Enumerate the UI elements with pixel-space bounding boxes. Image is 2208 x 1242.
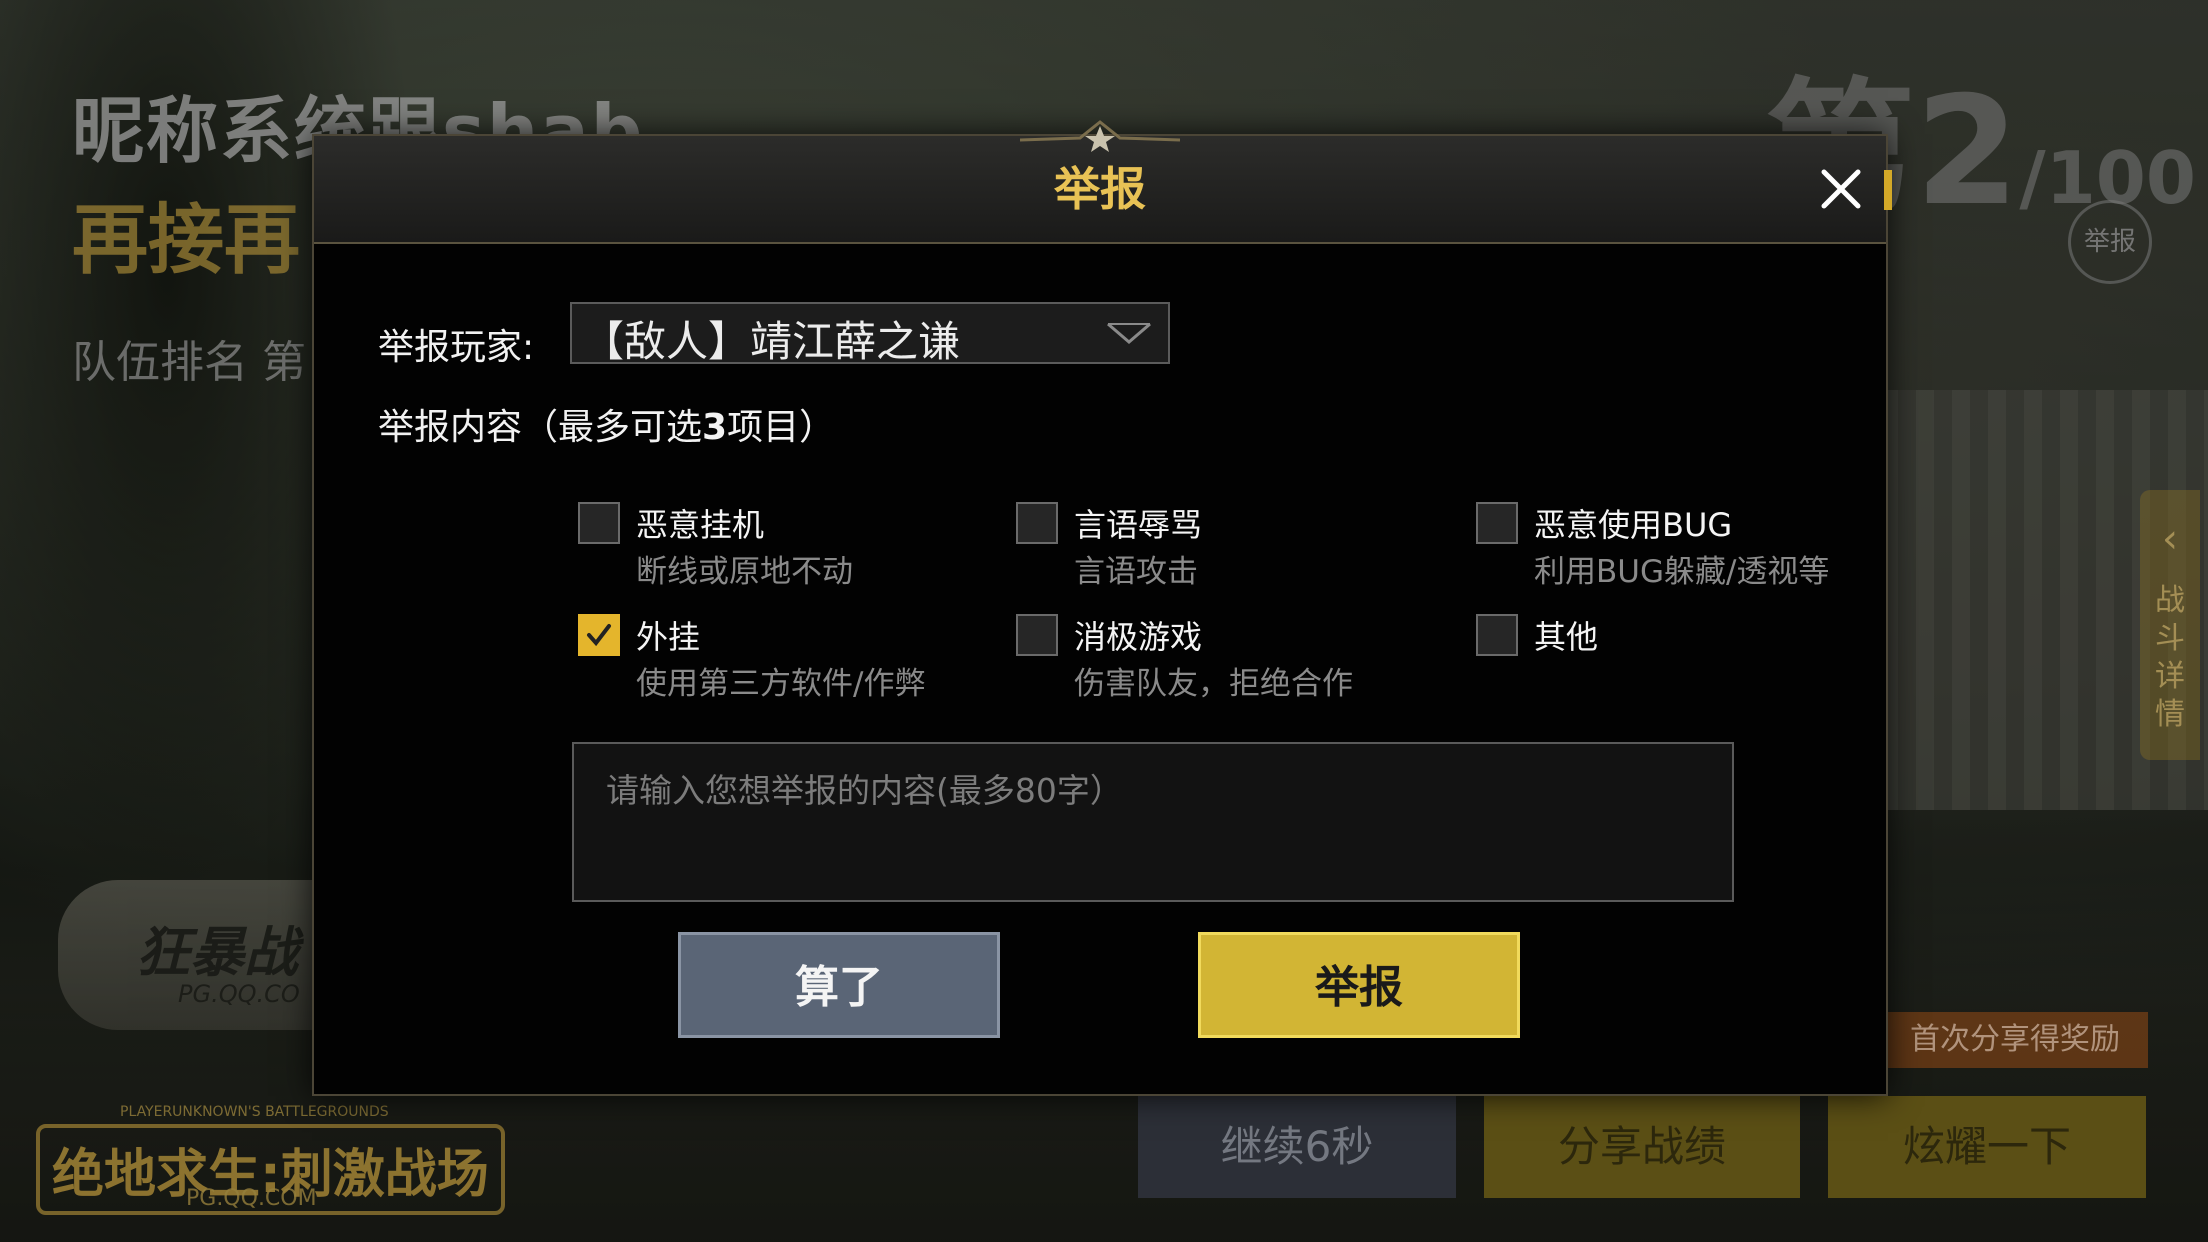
option-afk-label: 恶意挂机 — [636, 506, 765, 544]
option-negative-play-label: 消极游戏 — [1074, 618, 1203, 656]
checkmark-icon — [587, 624, 611, 647]
option-verbal-abuse-label: 言语辱骂 — [1074, 506, 1203, 544]
option-cheat-label: 外挂 — [636, 618, 701, 656]
close-icon — [1821, 169, 1861, 209]
gold-edge-accent — [1884, 170, 1892, 210]
content-label-prefix: 举报内容（最多可选 — [378, 407, 703, 448]
option-afk-checkbox[interactable] — [578, 502, 620, 544]
option-cheat-checkbox[interactable] — [578, 614, 620, 656]
option-other-label: 其他 — [1534, 618, 1599, 656]
option-verbal-abuse-checkbox[interactable] — [1016, 502, 1058, 544]
option-afk-desc: 断线或原地不动 — [636, 554, 853, 590]
player-select-dropdown[interactable]: 【敌人】靖江薛之谦 — [570, 302, 1170, 366]
cancel-button[interactable]: 算了 — [678, 932, 1000, 1038]
dialog-header: 举报 — [314, 120, 1886, 244]
selected-player: 【敌人】靖江薛之谦 — [582, 317, 961, 366]
report-player-label: 举报玩家: — [378, 327, 535, 368]
chevron-down-icon — [1107, 322, 1151, 344]
report-dialog: 举报 举报玩家: 【敌人】靖江薛之谦 举报内容（最多可选3项目） 恶意挂机 断线… — [312, 120, 1892, 1096]
option-bug-abuse-checkbox[interactable] — [1476, 502, 1518, 544]
option-negative-play-checkbox[interactable] — [1016, 614, 1058, 656]
option-verbal-abuse-desc: 言语攻击 — [1074, 554, 1198, 590]
submit-report-button[interactable]: 举报 — [1198, 932, 1520, 1038]
option-negative-play-desc: 伤害队友，拒绝合作 — [1074, 666, 1353, 702]
report-content-input[interactable] — [572, 742, 1734, 902]
report-content-label: 举报内容（最多可选3项目） — [378, 398, 835, 450]
dialog-title: 举报 — [1054, 162, 1146, 216]
option-bug-abuse-label: 恶意使用BUG — [1534, 506, 1733, 544]
content-label-suffix: 项目） — [727, 407, 836, 448]
option-bug-abuse-desc: 利用BUG躲藏/透视等 — [1534, 554, 1830, 590]
option-cheat-desc: 使用第三方软件/作弊 — [636, 666, 926, 702]
option-other-checkbox[interactable] — [1476, 614, 1518, 656]
close-button[interactable] — [1812, 160, 1870, 218]
content-label-count: 3 — [702, 407, 728, 448]
